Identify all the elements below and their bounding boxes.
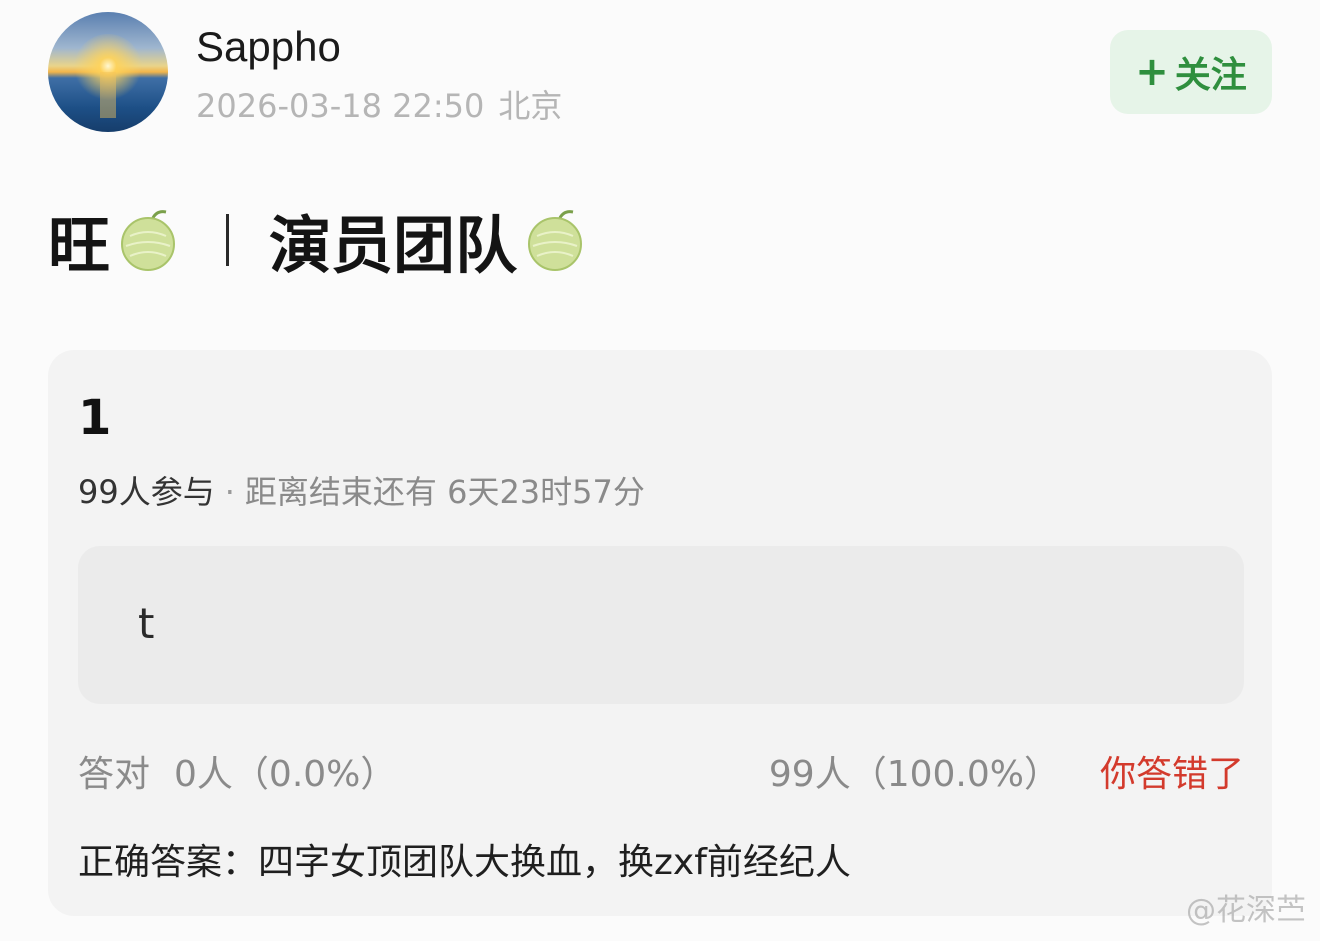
quiz-title: 1 bbox=[78, 390, 112, 446]
melon-icon bbox=[528, 210, 583, 271]
quiz-stats: 答对 0人（0.0%） 99人（100.0%） 你答错了 bbox=[78, 750, 1244, 800]
quiz-option[interactable]: t bbox=[78, 546, 1244, 704]
quiz-option-text: t bbox=[138, 599, 155, 648]
result-badge: 你答错了 bbox=[1099, 754, 1244, 795]
plus-icon: + bbox=[1135, 49, 1169, 95]
post-title-part1: 旺 bbox=[48, 209, 111, 282]
correct-stats: 答对 0人（0.0%） bbox=[78, 750, 396, 800]
avatar[interactable] bbox=[48, 12, 168, 132]
meta-separator: · bbox=[224, 473, 235, 511]
follow-label: 关注 bbox=[1174, 55, 1247, 96]
post-title-part2: 演员团队 bbox=[269, 209, 518, 282]
quiz-deadline: 距离结束还有 6天23时57分 bbox=[244, 473, 645, 511]
melon-icon bbox=[121, 210, 176, 271]
post-location: 北京 bbox=[498, 87, 563, 125]
correct-label: 答对 bbox=[78, 754, 151, 795]
quiz-meta: 99人参与 · 距离结束还有 6天23时57分 bbox=[78, 470, 645, 514]
post-meta: 2026-03-18 22:50 北京 bbox=[196, 84, 562, 128]
quiz-card: 1 99人参与 · 距离结束还有 6天23时57分 t 答对 0人（0.0%） 99人… bbox=[48, 350, 1272, 916]
wrong-stats: 99人（100.0%） 你答错了 bbox=[769, 750, 1244, 800]
quiz-participants: 99人参与 bbox=[78, 473, 215, 511]
wrong-count: 99人（100.0%） bbox=[768, 754, 1060, 795]
watermark: @花深苎 bbox=[1186, 893, 1306, 928]
follow-button[interactable]: + 关注 bbox=[1110, 30, 1272, 114]
username[interactable]: Sappho bbox=[196, 20, 341, 74]
correct-count: 0人（0.0%） bbox=[174, 754, 397, 795]
post-timestamp: 2026-03-18 22:50 bbox=[196, 87, 485, 125]
post-title: 旺 演员团队 bbox=[48, 200, 591, 282]
title-divider bbox=[226, 214, 230, 266]
correct-answer: 正确答案：四字女顶团队大换血，换zxf前经纪人 bbox=[78, 842, 851, 883]
